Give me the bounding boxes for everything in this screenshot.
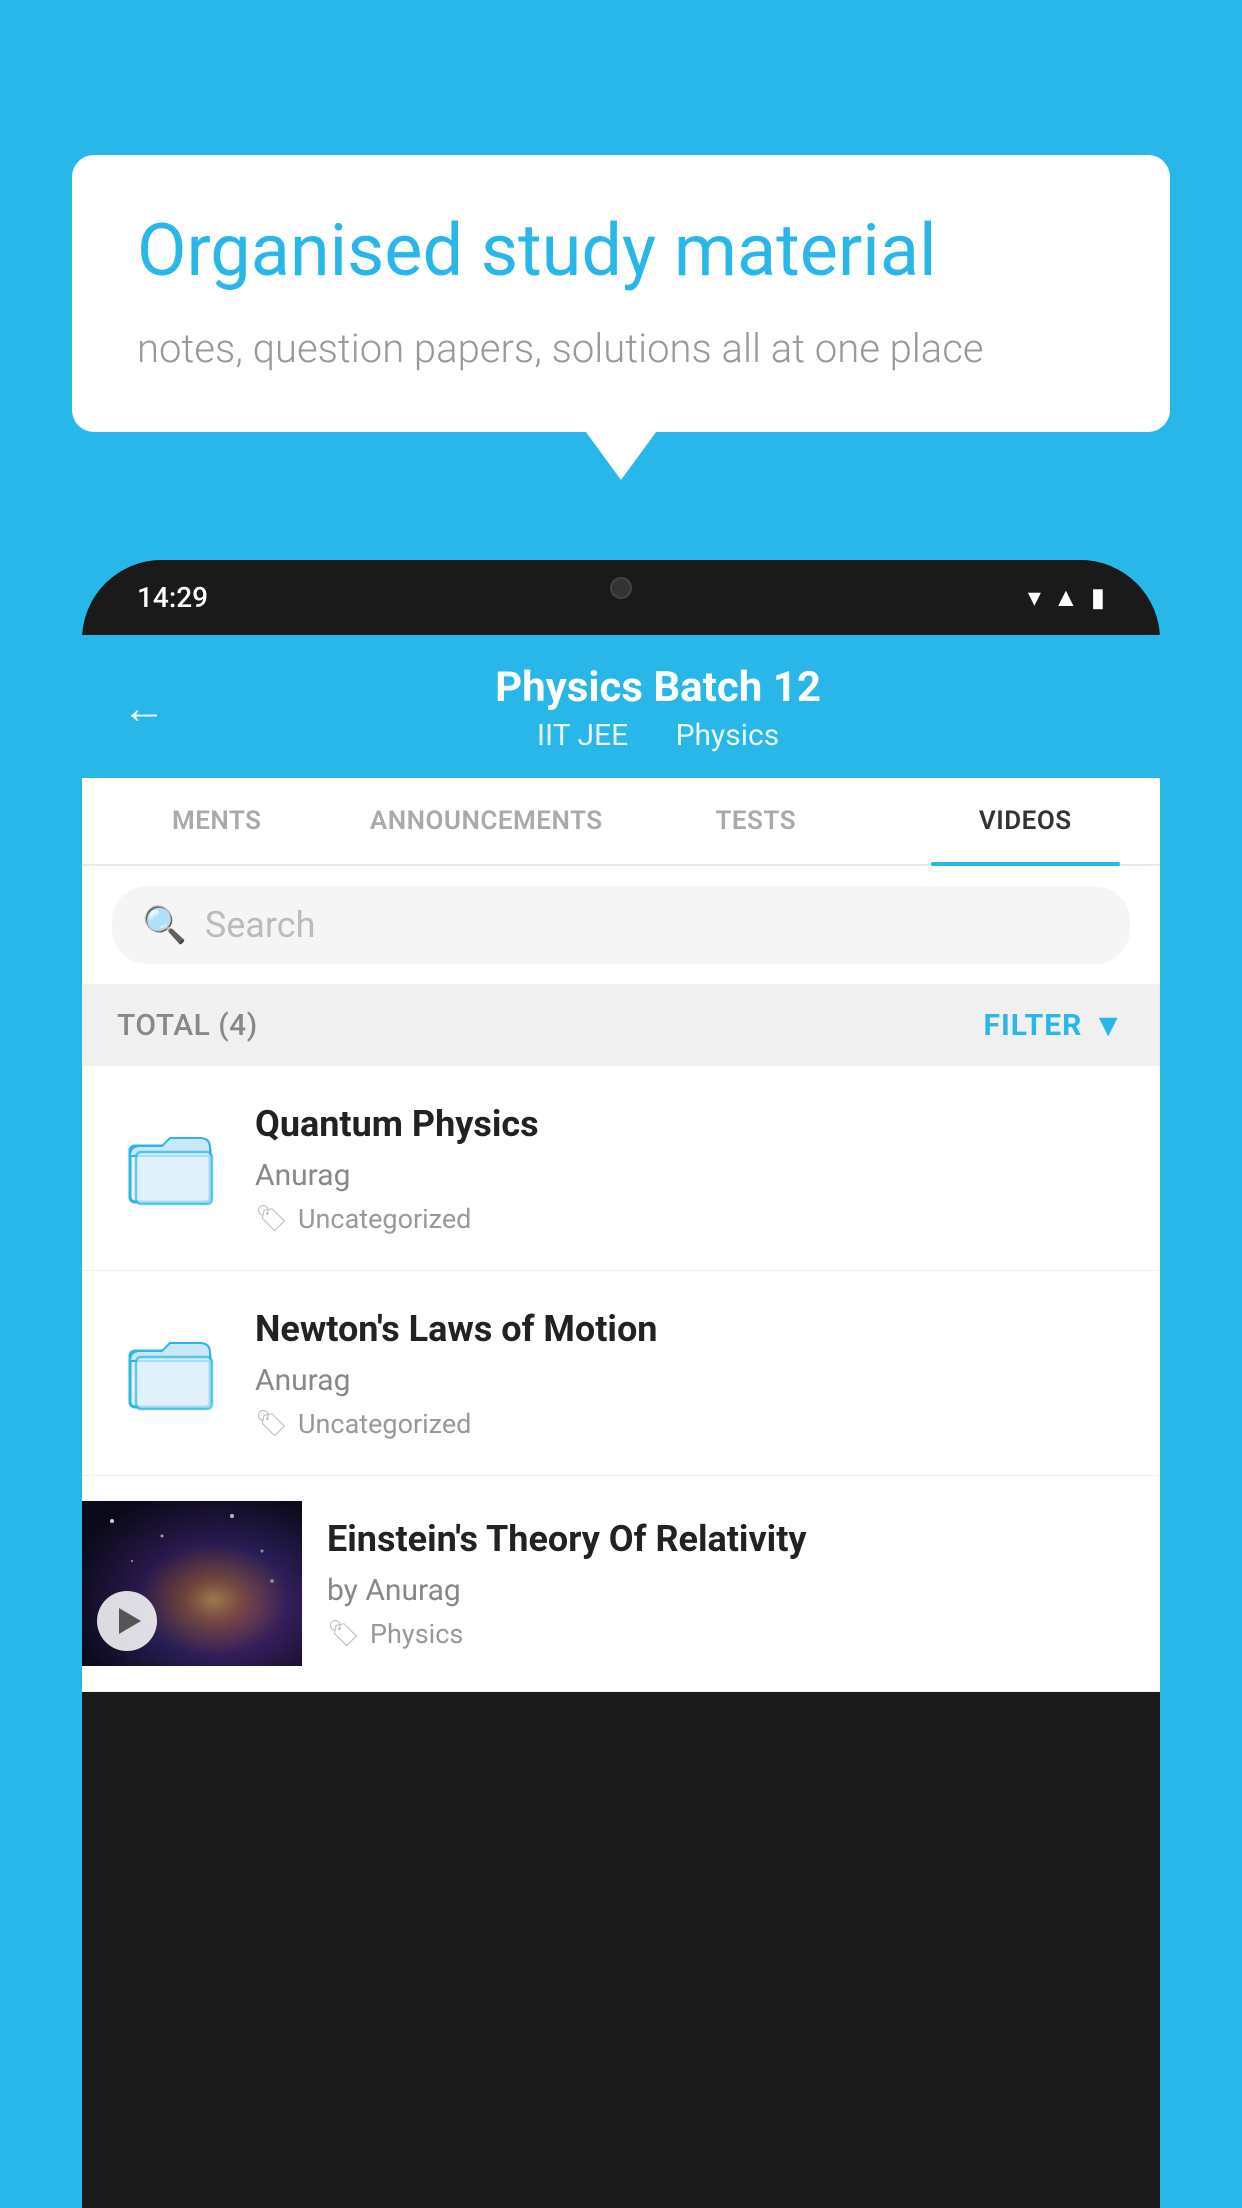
video-thumbnail-2 xyxy=(82,1501,302,1666)
status-bar: 14:29 ▾ ▲ ▮ xyxy=(82,560,1160,635)
bubble-title: Organised study material xyxy=(137,210,1105,293)
filter-icon: ▼ xyxy=(1092,1006,1125,1044)
tab-announcements[interactable]: ANNOUNCEMENTS xyxy=(352,778,622,864)
search-container: 🔍 Search xyxy=(82,866,1160,984)
video-list: Quantum Physics Anurag 🏷 Uncategorized xyxy=(82,1066,1160,1692)
list-item[interactable]: Einstein's Theory Of Relativity by Anura… xyxy=(82,1476,1160,1692)
tag-icon-1: 🏷 xyxy=(255,1409,288,1439)
bubble-subtitle: notes, question papers, solutions all at… xyxy=(137,321,1105,377)
video-title-0: Quantum Physics xyxy=(255,1101,1130,1148)
search-bar[interactable]: 🔍 Search xyxy=(112,886,1130,964)
header-tag1: IIT JEE xyxy=(537,718,628,753)
video-tag-2: 🏷 Physics xyxy=(327,1618,1105,1650)
status-icons: ▾ ▲ ▮ xyxy=(1028,582,1105,613)
video-author-1: Anurag xyxy=(255,1363,1130,1398)
tag-label-1: Uncategorized xyxy=(298,1408,471,1440)
video-info-2: Einstein's Theory Of Relativity by Anura… xyxy=(302,1501,1130,1650)
video-tag-1: 🏷 Uncategorized xyxy=(255,1408,1130,1440)
total-count: TOTAL (4) xyxy=(117,1008,258,1043)
filter-button[interactable]: FILTER ▼ xyxy=(984,1006,1126,1044)
video-title-2: Einstein's Theory Of Relativity xyxy=(327,1516,1105,1563)
tag-label-0: Uncategorized xyxy=(298,1203,471,1235)
tag-icon-0: 🏷 xyxy=(255,1204,288,1234)
filter-label: FILTER xyxy=(984,1008,1083,1043)
list-item[interactable]: Quantum Physics Anurag 🏷 Uncategorized xyxy=(82,1066,1160,1271)
video-info-0: Quantum Physics Anurag 🏷 Uncategorized xyxy=(255,1101,1130,1235)
speech-bubble: Organised study material notes, question… xyxy=(72,155,1170,432)
tab-ments[interactable]: MENTS xyxy=(82,778,352,864)
tab-tests[interactable]: TESTS xyxy=(621,778,891,864)
camera-dot xyxy=(610,577,632,599)
header-text: Physics Batch 12 IIT JEE Physics xyxy=(196,663,1120,753)
folder-icon xyxy=(126,1124,214,1212)
tab-navigation: MENTS ANNOUNCEMENTS TESTS VIDEOS xyxy=(82,778,1160,866)
folder-icon xyxy=(126,1329,214,1417)
header-tag2: Physics xyxy=(676,718,780,753)
play-triangle-icon xyxy=(119,1608,141,1634)
battery-icon: ▮ xyxy=(1091,583,1105,613)
speech-bubble-container: Organised study material notes, question… xyxy=(72,155,1170,432)
header-title: Physics Batch 12 xyxy=(196,663,1120,713)
tag-icon-2: 🏷 xyxy=(327,1619,360,1649)
list-item[interactable]: Newton's Laws of Motion Anurag 🏷 Uncateg… xyxy=(82,1271,1160,1476)
back-button[interactable]: ← xyxy=(122,682,166,734)
search-icon: 🔍 xyxy=(142,904,187,946)
header-subtitle: IIT JEE Physics xyxy=(196,718,1120,753)
signal-icon: ▲ xyxy=(1053,582,1079,613)
play-button[interactable] xyxy=(97,1591,157,1651)
filter-bar: TOTAL (4) FILTER ▼ xyxy=(82,984,1160,1066)
app-header: ← Physics Batch 12 IIT JEE Physics xyxy=(82,635,1160,778)
video-author-2: by Anurag xyxy=(327,1573,1105,1608)
video-tag-0: 🏷 Uncategorized xyxy=(255,1203,1130,1235)
search-input[interactable]: Search xyxy=(205,904,1100,946)
status-time: 14:29 xyxy=(137,581,208,614)
wifi-icon: ▾ xyxy=(1028,583,1041,613)
tab-videos[interactable]: VIDEOS xyxy=(891,778,1161,864)
video-info-1: Newton's Laws of Motion Anurag 🏷 Uncateg… xyxy=(255,1306,1130,1440)
video-thumbnail-1 xyxy=(112,1316,227,1431)
tag-label-2: Physics xyxy=(370,1618,463,1650)
video-author-0: Anurag xyxy=(255,1158,1130,1193)
video-thumbnail-0 xyxy=(112,1111,227,1226)
phone-frame: 14:29 ▾ ▲ ▮ ← Physics Batch 12 IIT JEE P… xyxy=(82,560,1160,2208)
phone-screen: ← Physics Batch 12 IIT JEE Physics MENTS… xyxy=(82,635,1160,1692)
phone-notch xyxy=(521,560,721,615)
video-title-1: Newton's Laws of Motion xyxy=(255,1306,1130,1353)
